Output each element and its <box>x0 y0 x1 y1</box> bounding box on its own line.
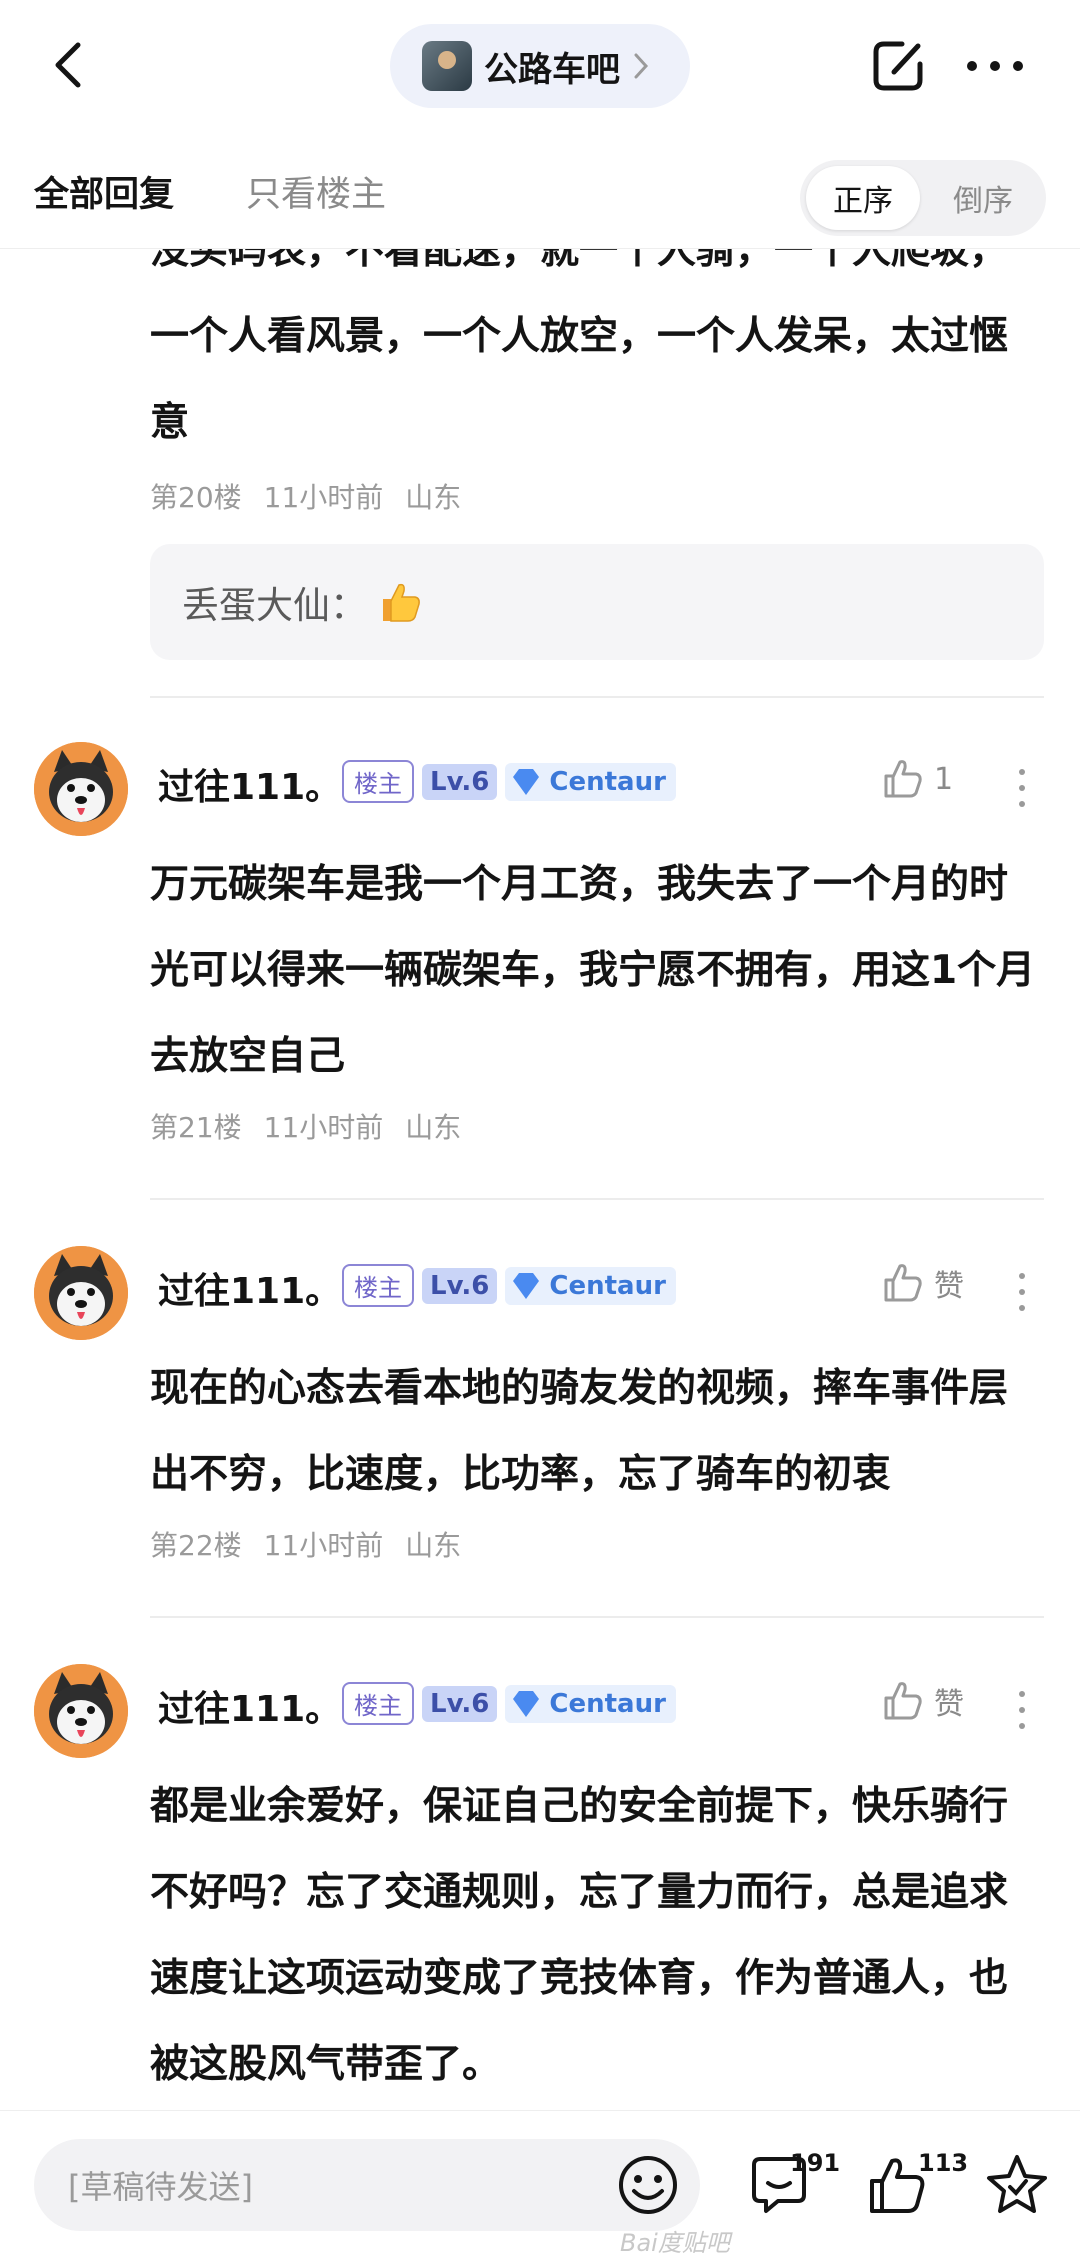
level-badge: Lv.6 <box>422 1685 498 1722</box>
post-time: 11小时前 <box>263 481 384 514</box>
like-count: 113 <box>918 2149 969 2177</box>
floor-number: 第20楼 <box>150 481 242 514</box>
avatar[interactable] <box>34 742 128 836</box>
bottom-bar: [草稿待发送] 191 113 Bai度贴吧 <box>0 2110 1080 2259</box>
thumbs-up-icon <box>884 1264 922 1302</box>
tab-all-replies[interactable]: 全部回复 <box>34 166 174 217</box>
emoji-icon[interactable] <box>614 2151 682 2219</box>
post-location: 山东 <box>405 1111 462 1144</box>
level-badge: Lv.6 <box>422 763 498 800</box>
divider <box>150 1616 1044 1618</box>
post-location: 山东 <box>405 1529 462 1562</box>
username[interactable]: 过往111。 <box>158 1262 341 1314</box>
floor-number: 第21楼 <box>150 1111 242 1144</box>
like-button[interactable]: 1 <box>880 756 953 802</box>
reply-input[interactable]: [草稿待发送] <box>34 2139 700 2231</box>
user-badges: 楼主 Lv.6 Centaur <box>342 1682 676 1725</box>
post-meta: 第21楼 11小时前 山东 <box>150 1106 461 1146</box>
husky-avatar-icon <box>34 1246 128 1340</box>
sub-reply[interactable]: 丢蛋大仙： <box>150 544 1044 660</box>
like-button[interactable]: 赞 <box>880 1260 964 1306</box>
divider <box>150 1198 1044 1200</box>
floor-number: 第22楼 <box>150 1529 242 1562</box>
top-bar: 公路车吧 <box>0 0 1080 130</box>
thumbs-up-icon <box>884 760 922 798</box>
post-time: 11小时前 <box>263 1111 384 1144</box>
star-icon[interactable] <box>982 2151 1052 2221</box>
edit-icon[interactable] <box>868 36 928 96</box>
member-name: Centaur <box>549 766 666 797</box>
post-time: 11小时前 <box>263 1529 384 1562</box>
owner-badge: 楼主 <box>342 760 414 803</box>
more-horizontal-icon[interactable] <box>960 36 1030 96</box>
like-label: 赞 <box>934 1687 964 1722</box>
thumbs-up-emoji-icon <box>383 583 420 622</box>
level-badge: Lv.6 <box>422 1267 498 1304</box>
member-badge: Centaur <box>505 1266 676 1305</box>
forum-pill[interactable]: 公路车吧 <box>390 24 690 108</box>
more-vertical-icon[interactable] <box>1010 764 1034 812</box>
gem-icon <box>513 1272 540 1299</box>
like-button[interactable]: 赞 <box>880 1678 964 1724</box>
tab-owner-only[interactable]: 只看楼主 <box>246 166 386 217</box>
forum-avatar <box>422 41 472 91</box>
more-vertical-icon[interactable] <box>1010 1268 1034 1316</box>
sort-asc-button[interactable]: 正序 <box>806 166 920 230</box>
user-badges: 楼主 Lv.6 Centaur <box>342 1264 676 1307</box>
watermark: Bai度贴吧 <box>620 2229 730 2257</box>
user-badges: 楼主 Lv.6 Centaur <box>342 760 676 803</box>
back-icon[interactable] <box>40 35 100 95</box>
husky-avatar-icon <box>34 1664 128 1758</box>
owner-badge: 楼主 <box>342 1682 414 1725</box>
thumbs-up-icon <box>884 1682 922 1720</box>
post-location: 山东 <box>405 481 462 514</box>
post-meta: 第20楼 11小时前 山东 <box>150 476 461 516</box>
forum-name: 公路车吧 <box>484 49 620 90</box>
like-count: 1 <box>934 761 954 797</box>
post-text: 万元碳架车是我一个月工资，我失去了一个月的时光可以得来一辆碳架车，我宁愿不拥有，… <box>150 862 1036 1079</box>
gem-icon <box>513 768 540 795</box>
avatar[interactable] <box>34 1246 128 1340</box>
member-badge: Centaur <box>505 1684 676 1723</box>
sort-desc-button[interactable]: 倒序 <box>926 166 1040 230</box>
username[interactable]: 过往111。 <box>158 1680 341 1732</box>
husky-avatar-icon <box>34 742 128 836</box>
member-name: Centaur <box>549 1270 666 1301</box>
comment-count: 191 <box>790 2149 841 2177</box>
member-name: Centaur <box>549 1688 666 1719</box>
post-text: 没买码表，不看配速，就一个人骑，一个人爬坡，一个人看风景，一个人放空，一个人发呆… <box>150 248 1009 445</box>
more-vertical-icon[interactable] <box>1010 1686 1034 1734</box>
avatar[interactable] <box>34 1664 128 1758</box>
draft-placeholder: [草稿待发送] <box>68 2168 253 2206</box>
chevron-right-icon <box>634 53 649 79</box>
reply-list: 没买码表，不看配速，就一个人骑，一个人爬坡，一个人看风景，一个人放空，一个人发呆… <box>0 248 1080 2110</box>
gem-icon <box>513 1690 540 1717</box>
page: 公路车吧 全部回复 只看楼主 正序 倒序 没买码表，不看配速，就一个人骑，一个人… <box>0 0 1080 2259</box>
post-text: 现在的心态去看本地的骑友发的视频，摔车事件层出不穷，比速度，比功率，忘了骑车的初… <box>150 1366 1009 1497</box>
divider <box>150 696 1044 698</box>
post-meta: 第22楼 11小时前 山东 <box>150 1524 461 1564</box>
username[interactable]: 过往111。 <box>158 758 341 810</box>
member-badge: Centaur <box>505 762 676 801</box>
owner-badge: 楼主 <box>342 1264 414 1307</box>
reply-tabs: 全部回复 只看楼主 正序 倒序 <box>0 130 1080 249</box>
sub-reply-user: 丢蛋大仙： <box>182 584 367 627</box>
like-label: 赞 <box>934 1269 964 1304</box>
post-text: 都是业余爱好，保证自己的安全前提下，快乐骑行不好吗？忘了交通规则，忘了量力而行，… <box>150 1784 1009 2087</box>
sort-toggle: 正序 倒序 <box>800 160 1046 236</box>
